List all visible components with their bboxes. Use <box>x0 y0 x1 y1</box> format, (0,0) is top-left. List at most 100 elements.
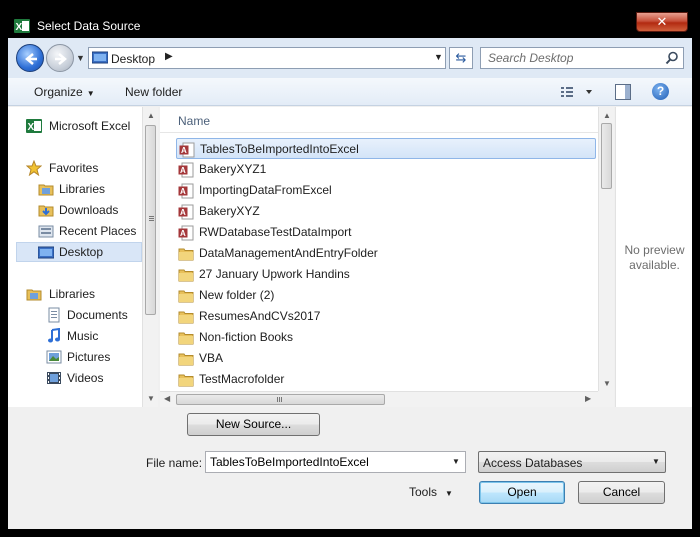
file-list-vertical-scrollbar[interactable]: ▲ ▼ <box>598 107 614 391</box>
file-row[interactable]: ResumesAndCVs2017 <box>176 306 596 327</box>
title-bar[interactable]: X Select Data Source ✕ <box>0 0 700 38</box>
close-button[interactable]: ✕ <box>636 12 688 32</box>
address-location[interactable]: Desktop <box>111 52 155 66</box>
nav-item-desktop[interactable]: Desktop <box>16 242 142 262</box>
videos-icon <box>47 372 61 384</box>
file-list-horizontal-scrollbar[interactable]: ◀ ▶ <box>160 391 598 407</box>
svg-text:A: A <box>180 208 186 217</box>
scroll-right-icon[interactable]: ▶ <box>585 394 591 403</box>
search-icon[interactable] <box>665 51 679 65</box>
cancel-button[interactable]: Cancel <box>578 481 665 504</box>
scroll-up-icon[interactable]: ▲ <box>603 111 611 120</box>
address-dropdown-icon[interactable]: ▼ <box>434 52 443 62</box>
nav-item-music[interactable]: Music <box>8 326 142 346</box>
nav-item-documents[interactable]: Documents <box>8 305 142 325</box>
file-row[interactable]: 27 January Upwork Handins <box>176 264 596 285</box>
svg-text:A: A <box>180 187 186 196</box>
search-box[interactable] <box>480 47 684 69</box>
file-name: DataManagementAndEntryFolder <box>199 246 378 260</box>
search-input[interactable] <box>481 48 661 68</box>
change-view-icon[interactable] <box>560 84 594 100</box>
libraries-icon <box>26 289 42 301</box>
scroll-up-icon[interactable]: ▲ <box>147 111 155 120</box>
column-header-name[interactable]: Name <box>160 107 598 133</box>
chevron-down-icon: ▼ <box>86 89 95 98</box>
back-arrow-icon <box>25 53 37 65</box>
file-row[interactable]: A BakeryXYZ1 <box>176 159 596 180</box>
nav-item-microsoft-excel[interactable]: X Microsoft Excel <box>8 116 142 136</box>
chevron-down-icon: ▼ <box>445 489 453 498</box>
window-title: Select Data Source <box>37 19 141 33</box>
new-source-button[interactable]: New Source... <box>187 413 320 436</box>
file-row[interactable]: Non-fiction Books <box>176 327 596 348</box>
scroll-left-icon[interactable]: ◀ <box>164 394 170 403</box>
file-row[interactable]: TestMacrofolder <box>176 369 596 390</box>
nav-item-libraries-favorite[interactable]: Libraries <box>8 179 142 199</box>
open-button[interactable]: Open <box>479 481 565 504</box>
select-data-source-dialog: X Select Data Source ✕ ▼ Desktop ▶ ▼ ⇆ S… <box>0 0 700 537</box>
file-type-value: Access Databases <box>483 456 583 470</box>
chevron-down-icon: ▼ <box>652 457 660 466</box>
preview-message: No preview available. <box>624 243 685 272</box>
breadcrumb-chevron-icon[interactable]: ▶ <box>165 51 173 62</box>
folder-icon <box>178 290 194 303</box>
nav-item-pictures[interactable]: Pictures <box>8 347 142 367</box>
file-name: TestMacrofolder <box>199 372 285 386</box>
file-row[interactable]: New folder (2) <box>176 285 596 306</box>
file-row[interactable]: VBA <box>176 348 596 369</box>
file-name: ResumesAndCVs2017 <box>199 309 321 323</box>
access-db-icon: A <box>178 225 194 241</box>
file-name: 27 January Upwork Handins <box>199 267 350 281</box>
new-folder-button[interactable]: New folder <box>125 85 182 99</box>
svg-text:A: A <box>180 166 186 175</box>
file-type-select[interactable]: Access Databases ▼ <box>478 451 666 473</box>
scroll-down-icon[interactable]: ▼ <box>603 379 611 388</box>
nav-item-libraries[interactable]: Libraries <box>8 284 142 304</box>
tools-button[interactable]: Tools ▼ <box>409 485 453 499</box>
file-row[interactable]: A TablesToBeImportedIntoExcel <box>176 138 596 159</box>
nav-item-videos[interactable]: Videos <box>8 368 142 388</box>
refresh-icon: ⇆ <box>455 50 467 65</box>
nav-item-downloads[interactable]: Downloads <box>8 200 142 220</box>
file-name-combobox[interactable]: ▼ <box>205 451 466 473</box>
file-row[interactable]: A RWDatabaseTestDataImport <box>176 222 596 243</box>
column-header-label: Name <box>178 114 211 128</box>
file-list-scroll-thumb[interactable] <box>601 123 612 189</box>
dialog-client-area: ▼ Desktop ▶ ▼ ⇆ Search Desktop Organize … <box>8 38 692 529</box>
nav-item-label: Downloads <box>59 203 119 217</box>
address-bar[interactable]: Desktop ▶ ▼ <box>88 47 446 69</box>
file-list-hscroll-thumb[interactable] <box>176 394 385 405</box>
file-name: TablesToBeImportedIntoExcel <box>200 142 359 156</box>
recent-locations-dropdown-icon[interactable]: ▼ <box>76 53 85 63</box>
folder-icon <box>178 332 194 345</box>
nav-vertical-scrollbar[interactable]: ▲ ▼ <box>142 107 158 407</box>
file-row[interactable]: A BakeryXYZ <box>176 201 596 222</box>
recent-places-icon <box>38 225 54 238</box>
file-list: Name A TablesToBeImportedIntoExcel A Bakery… <box>160 107 614 407</box>
libraries-icon <box>38 184 54 196</box>
scroll-down-icon[interactable]: ▼ <box>147 394 155 403</box>
file-row[interactable]: DataManagementAndEntryFolder <box>176 243 596 264</box>
nav-item-favorites[interactable]: Favorites <box>8 158 142 178</box>
nav-item-recent-places[interactable]: Recent Places <box>8 221 142 241</box>
music-icon <box>48 328 60 343</box>
back-button[interactable] <box>16 44 44 72</box>
preview-pane-icon[interactable] <box>615 84 631 100</box>
nav-scroll-thumb[interactable] <box>145 125 156 315</box>
svg-text:X: X <box>16 22 23 33</box>
forward-button[interactable] <box>46 44 74 72</box>
nav-item-label: Documents <box>67 308 128 322</box>
pictures-icon <box>46 350 62 364</box>
refresh-button[interactable]: ⇆ <box>449 47 473 69</box>
help-icon[interactable]: ? <box>652 83 669 100</box>
chevron-down-icon[interactable]: ▼ <box>452 457 460 466</box>
file-row[interactable]: A ImportingDataFromExcel <box>176 180 596 201</box>
file-name: BakeryXYZ1 <box>199 162 267 176</box>
file-name: New folder (2) <box>199 288 275 302</box>
organize-button[interactable]: Organize ▼ <box>34 85 95 99</box>
nav-item-label: Videos <box>67 371 104 385</box>
forward-arrow-icon <box>55 53 67 65</box>
file-name-input[interactable] <box>206 452 446 472</box>
file-name: Non-fiction Books <box>199 330 294 344</box>
svg-text:A: A <box>181 146 187 155</box>
